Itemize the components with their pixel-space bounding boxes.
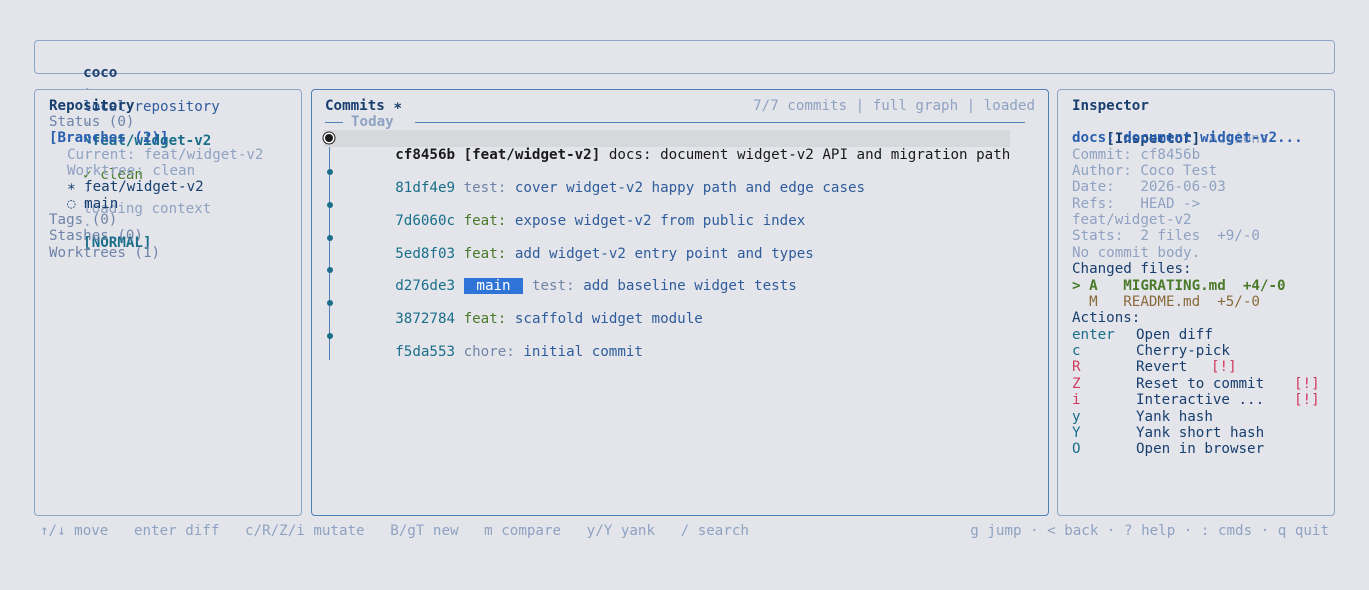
commit-message: document widget-v2 API and migration pat… xyxy=(660,147,1011,163)
changed-file-row[interactable]: M README.md +5/-0 xyxy=(1072,294,1260,311)
commit-refs: [feat/widget-v2] xyxy=(463,147,601,163)
action-reset[interactable]: Z Reset to commit [!] xyxy=(1072,376,1322,393)
commit-author: Author: Coco Test xyxy=(1072,163,1218,179)
changed-files-label: Changed files: xyxy=(1072,261,1192,277)
action-open-browser[interactable]: O Open in browser xyxy=(1072,441,1322,458)
commit-row[interactable]: 7d6060c feat: expose widget-v2 from publ… xyxy=(324,196,1022,229)
commit-type: docs: xyxy=(608,147,652,163)
commit-hash: 5ed8f03 xyxy=(395,246,456,262)
commit-hash: f5da553 xyxy=(395,344,456,360)
commit-subject: docs: document widget-v2... xyxy=(1072,130,1303,146)
action-revert[interactable]: R Revert [!] xyxy=(1072,359,1322,376)
repository-panel: Repository Status (0) [Branches (2)] Cur… xyxy=(34,89,302,516)
action-interactive[interactable]: i Interactive ... [!] xyxy=(1072,392,1322,409)
app-name: coco xyxy=(83,65,118,81)
commit-id: Commit: cf8456b xyxy=(1072,147,1201,163)
commit-node-icon xyxy=(327,300,333,306)
commit-type: test: xyxy=(531,278,575,294)
branch-item-main[interactable]: ◌ main xyxy=(67,196,118,213)
commit-hash: cf8456b xyxy=(395,147,456,163)
commit-message: initial commit xyxy=(523,344,643,360)
panel-title: Repository xyxy=(49,98,135,114)
current-branch-info: Current: feat/widget-v2 xyxy=(67,147,264,163)
action-yank-hash[interactable]: y Yank hash xyxy=(1072,409,1322,426)
commit-message: cover widget-v2 happy path and edge case… xyxy=(514,180,866,196)
action-open-diff[interactable]: enter Open diff xyxy=(1072,327,1322,344)
commit-hash: d276de3 xyxy=(395,278,456,294)
commit-type: test: xyxy=(463,180,507,196)
branch-item-feat[interactable]: ∗ feat/widget-v2 xyxy=(67,179,204,196)
commit-type: feat: xyxy=(463,311,507,327)
commits-meta: 7/7 commits | full graph | loaded xyxy=(753,98,1035,114)
commit-message: add baseline widget tests xyxy=(583,278,797,294)
inspector-panel: Inspector [Inspector] Actions docs: docu… xyxy=(1057,89,1335,516)
commit-row[interactable]: 5ed8f03 feat: add widget-v2 entry point … xyxy=(324,229,1022,262)
commit-node-icon xyxy=(327,202,333,208)
commit-node-icon xyxy=(327,267,333,273)
footer-keybindings: ↑/↓ move enter diff c/R/Z/i mutate B/gT … xyxy=(40,523,749,539)
commit-message: expose widget-v2 from public index xyxy=(514,213,806,229)
commit-type: feat: xyxy=(463,246,507,262)
commit-refs: Refs: HEAD -> xyxy=(1072,196,1201,212)
warning-badge: [!] xyxy=(1294,392,1320,408)
commit-row[interactable]: cf8456b [feat/widget-v2] docs: document … xyxy=(324,130,1022,163)
header-bar: coco · local repository · ⌥feat/widget-v… xyxy=(34,40,1335,251)
commit-row[interactable]: d276de3 main test: add baseline widget t… xyxy=(324,261,1022,294)
commit-message: add widget-v2 entry point and types xyxy=(514,246,814,262)
date-group-label: Today xyxy=(351,114,394,130)
sidebar-item-branches[interactable]: [Branches (2)] xyxy=(49,130,169,147)
warning-badge: [!] xyxy=(1211,359,1237,375)
changed-file-row[interactable]: > A MIGRATING.md +4/-0 xyxy=(1072,278,1286,295)
commit-stats: Stats: 2 files +9/-0 xyxy=(1072,228,1260,244)
footer-global-keys: g jump · < back · ? help · : cmds · q qu… xyxy=(970,523,1329,539)
branch-ref-badge[interactable]: main xyxy=(463,278,524,294)
commit-body: No commit body. xyxy=(1072,245,1201,261)
sidebar-item-stashes[interactable]: Stashes (0) xyxy=(49,228,143,245)
panel-title: Inspector xyxy=(1072,98,1149,114)
commit-row[interactable]: 3872784 feat: scaffold widget module xyxy=(324,294,1022,327)
commit-node-icon xyxy=(327,235,333,241)
commits-panel: Commits ∗ 7/7 commits | full graph | loa… xyxy=(311,89,1049,516)
commit-hash: 3872784 xyxy=(395,311,456,327)
sidebar-item-tags[interactable]: Tags (0) xyxy=(49,212,117,229)
sidebar-item-worktrees[interactable]: Worktrees (1) xyxy=(49,245,160,262)
commit-type: feat: xyxy=(463,213,507,229)
commit-row[interactable]: 81df4e9 test: cover widget-v2 happy path… xyxy=(324,163,1022,196)
commit-node-icon xyxy=(327,169,333,175)
commit-row[interactable]: f5da553 chore: initial commit xyxy=(324,327,1022,360)
action-cherry-pick[interactable]: c Cherry-pick xyxy=(1072,343,1322,360)
action-yank-short-hash[interactable]: Y Yank short hash xyxy=(1072,425,1322,442)
commit-refs-cont: feat/widget-v2 xyxy=(1072,212,1192,228)
panel-title: Commits ∗ xyxy=(325,98,402,114)
commit-node-icon xyxy=(327,333,333,339)
commit-hash: 7d6060c xyxy=(395,213,456,229)
commit-date: Date: 2026-06-03 xyxy=(1072,179,1226,195)
actions-label: Actions: xyxy=(1072,310,1141,326)
commit-message: scaffold widget module xyxy=(514,311,703,327)
worktree-info: Worktree: clean xyxy=(67,163,196,179)
commit-node-icon xyxy=(325,134,333,142)
commit-hash: 81df4e9 xyxy=(395,180,456,196)
sidebar-item-status[interactable]: Status (0) xyxy=(49,114,134,131)
commit-type: chore: xyxy=(463,344,515,360)
warning-badge: [!] xyxy=(1294,376,1320,392)
date-group-divider: Today xyxy=(325,114,1025,131)
